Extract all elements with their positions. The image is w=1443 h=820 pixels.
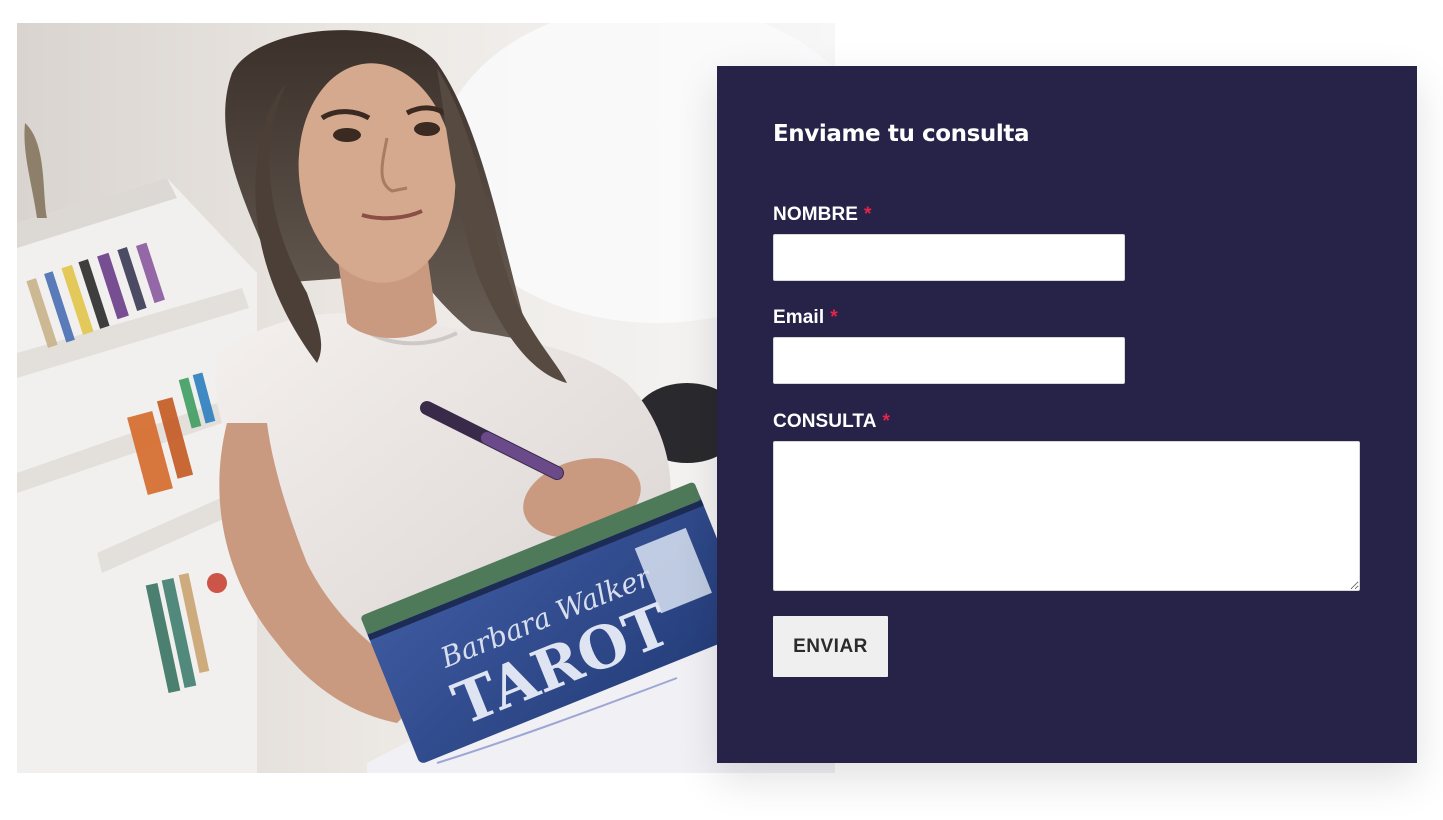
consulta-label-text: CONSULTA [773, 411, 877, 432]
nombre-label: NOMBRE * [773, 204, 872, 226]
nombre-input[interactable] [773, 234, 1125, 281]
email-label-text: Email [773, 307, 825, 328]
tarot-reader-photo: Barbara Walker TAROT [17, 23, 835, 773]
page: Barbara Walker TAROT Enviame tu consulta… [0, 0, 1443, 820]
required-mark: * [830, 307, 838, 328]
consulta-textarea[interactable] [773, 441, 1360, 591]
required-mark: * [864, 204, 872, 225]
form-title: Enviame tu consulta [773, 121, 1030, 147]
email-label: Email * [773, 307, 838, 329]
consulta-label: CONSULTA * [773, 411, 890, 433]
contact-form-panel: Enviame tu consulta NOMBRE * Email * CONSU… [717, 66, 1417, 763]
required-mark: * [882, 411, 891, 432]
enviar-button[interactable]: ENVIAR [773, 616, 888, 677]
nombre-label-text: NOMBRE [773, 204, 859, 225]
email-input[interactable] [773, 337, 1125, 384]
